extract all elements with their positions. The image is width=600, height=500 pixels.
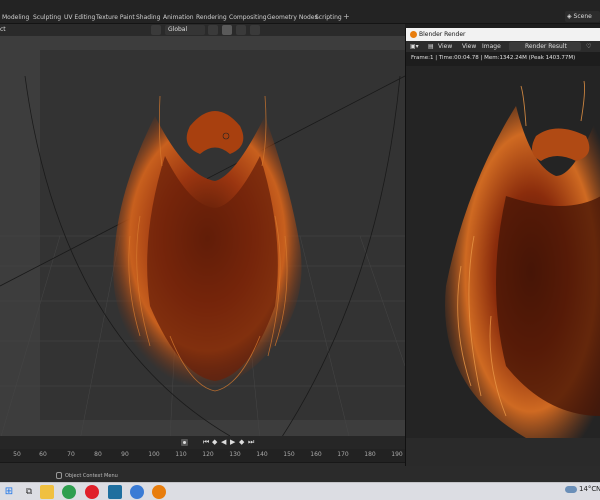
render-result-canvas[interactable] xyxy=(406,66,600,438)
ruler-tick: 90 xyxy=(121,451,129,458)
scene-selector[interactable]: ◈ Scene xyxy=(565,11,600,22)
viewport-header: ct Global xyxy=(0,24,405,36)
ruler-tick: 120 xyxy=(202,451,214,458)
menu-view-2[interactable]: View xyxy=(462,43,476,50)
taskbar-overflow[interactable]: N xyxy=(596,485,600,493)
menu-view[interactable]: View xyxy=(438,43,452,50)
render-slot-label: Render Result xyxy=(525,43,567,50)
tab-rendering[interactable]: Rendering xyxy=(196,13,227,22)
viewport-canvas xyxy=(0,50,405,440)
snap-icon[interactable] xyxy=(222,25,232,35)
tab-compositing[interactable]: Compositing xyxy=(229,13,267,22)
weather-temperature[interactable]: 14°C xyxy=(579,485,596,493)
ruler-tick: 70 xyxy=(67,451,75,458)
add-workspace-button[interactable]: + xyxy=(343,12,350,21)
ruler-tick: 150 xyxy=(283,451,295,458)
render-result-image xyxy=(445,80,600,438)
scene-label: Scene xyxy=(573,13,592,20)
image-view-icon[interactable]: ▤ xyxy=(428,43,434,50)
transform-orientation-select[interactable]: Global xyxy=(165,25,205,35)
snap-settings-icon[interactable] xyxy=(236,25,246,35)
tab-scripting[interactable]: Scripting xyxy=(315,13,342,22)
object-mode-label[interactable]: ct xyxy=(0,26,6,33)
timeline-ruler[interactable]: 50 60 70 80 90 100 110 120 130 140 150 1… xyxy=(0,449,405,462)
auto-keying-button[interactable] xyxy=(181,439,188,446)
malwarebytes-icon[interactable] xyxy=(108,485,122,499)
tab-uv-editing[interactable]: UV Editing xyxy=(64,13,95,22)
tab-geometry-nodes[interactable]: Geometry Nodes xyxy=(267,13,318,22)
pivot-icon[interactable] xyxy=(208,25,218,35)
timeline-header: ⏮ ◆ ◀ ▶ ◆ ⏭ xyxy=(0,436,405,449)
render-window-titlebar[interactable]: Blender Render xyxy=(406,28,600,41)
editor-type-icon[interactable]: ▣▾ xyxy=(410,43,419,50)
blender-icon xyxy=(410,31,417,38)
status-hint: Object Context Menu xyxy=(65,473,118,479)
weather-cloud-icon xyxy=(565,486,577,493)
tab-texture-paint[interactable]: Texture Paint xyxy=(96,13,135,22)
file-explorer-icon[interactable] xyxy=(40,485,54,499)
menu-image[interactable]: Image xyxy=(482,43,501,50)
tab-shading[interactable]: Shading xyxy=(136,13,160,22)
jump-end-icon[interactable]: ⏭ xyxy=(248,438,254,447)
ruler-tick: 110 xyxy=(175,451,187,458)
render-window-title: Blender Render xyxy=(419,31,466,38)
blender-icon[interactable] xyxy=(152,485,166,499)
ruler-tick: 100 xyxy=(148,451,160,458)
ruler-tick: 180 xyxy=(364,451,376,458)
ruler-tick: 80 xyxy=(94,451,102,458)
render-window[interactable]: Blender Render ▣▾ ▤ View View Image Rend… xyxy=(405,28,600,466)
ruler-tick: 160 xyxy=(310,451,322,458)
task-view-icon[interactable]: ⧉ xyxy=(22,485,36,499)
tab-animation[interactable]: Animation xyxy=(163,13,194,22)
next-keyframe-icon[interactable]: ◆ xyxy=(239,438,244,446)
ruler-tick: 130 xyxy=(229,451,241,458)
tab-sculpting[interactable]: Sculpting xyxy=(33,13,61,22)
chrome-icon[interactable] xyxy=(62,485,76,499)
render-stats: Frame:1 | Time:00:04.78 | Mem:1342.24M (… xyxy=(411,55,576,61)
render-window-footer xyxy=(406,438,600,466)
prev-keyframe-icon[interactable]: ◆ xyxy=(212,438,217,446)
transform-orientation-label: Global xyxy=(168,26,188,33)
ruler-tick: 50 xyxy=(13,451,21,458)
workspace-bar: Modeling Sculpting UV Editing Texture Pa… xyxy=(0,0,600,24)
tab-modeling[interactable]: Modeling xyxy=(2,13,29,22)
mouse-right-icon xyxy=(56,472,62,479)
ruler-tick: 170 xyxy=(337,451,349,458)
taskbar: ⊞ ⧉ 14°C N xyxy=(0,482,600,500)
image-editor-header: ▣▾ ▤ View View Image Render Result ♡ xyxy=(406,41,600,52)
proportional-edit-icon[interactable] xyxy=(250,25,260,35)
windows-start-icon[interactable]: ⊞ xyxy=(2,485,16,499)
ruler-tick: 140 xyxy=(256,451,268,458)
c-app-icon[interactable] xyxy=(130,485,144,499)
opera-icon[interactable] xyxy=(85,485,99,499)
jump-start-icon[interactable]: ⏮ xyxy=(203,438,209,447)
3d-viewport[interactable] xyxy=(0,36,405,440)
fake-user-icon[interactable]: ♡ xyxy=(586,43,591,50)
play-icon[interactable]: ▶ xyxy=(230,438,235,446)
orientation-icon[interactable] xyxy=(151,25,161,35)
render-slot-select[interactable]: Render Result xyxy=(509,42,581,51)
ruler-tick: 60 xyxy=(39,451,47,458)
ruler-tick: 190 xyxy=(391,451,403,458)
play-reverse-icon[interactable]: ◀ xyxy=(221,438,226,446)
